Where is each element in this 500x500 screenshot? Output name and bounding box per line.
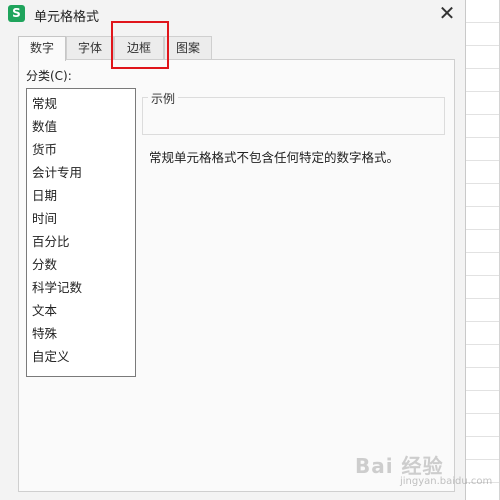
watermark-text: Bai 经验 (355, 454, 444, 478)
category-item-date[interactable]: 日期 (27, 184, 135, 207)
tab-border[interactable]: 边框 (114, 36, 164, 59)
tab-pattern[interactable]: 图案 (164, 36, 212, 59)
category-item-accounting[interactable]: 会计专用 (27, 161, 135, 184)
format-description: 常规单元格格式不包含任何特定的数字格式。 (149, 150, 400, 165)
category-item-text[interactable]: 文本 (27, 299, 135, 322)
category-item-percentage[interactable]: 百分比 (27, 230, 135, 253)
sample-label: 示例 (148, 90, 179, 107)
tab-font[interactable]: 字体 (66, 36, 114, 59)
category-item-special[interactable]: 特殊 (27, 322, 135, 345)
watermark-url: jingyan.baidu.com (400, 476, 493, 487)
category-list[interactable]: 常规 数值 货币 会计专用 日期 时间 百分比 分数 科学记数 文本 特殊 自定… (26, 88, 136, 377)
category-item-number[interactable]: 数值 (27, 115, 135, 138)
category-item-general[interactable]: 常规 (27, 92, 135, 115)
sample-group-box (142, 97, 445, 135)
category-item-fraction[interactable]: 分数 (27, 253, 135, 276)
dialog-title: 单元格格式 (34, 10, 100, 25)
baidu-watermark: Bai 经验 (355, 450, 444, 479)
close-button[interactable]: ✕ (436, 3, 458, 25)
category-item-custom[interactable]: 自定义 (27, 345, 135, 368)
category-item-scientific[interactable]: 科学记数 (27, 276, 135, 299)
tab-number[interactable]: 数字 (18, 36, 66, 61)
format-cells-dialog: S 单元格格式 ✕ 数字 字体 边框 图案 分类(C): 常规 数值 货币 会计… (0, 0, 466, 500)
category-item-currency[interactable]: 货币 (27, 138, 135, 161)
title-bar: S 单元格格式 ✕ (0, 0, 466, 28)
category-item-time[interactable]: 时间 (27, 207, 135, 230)
app-logo-icon: S (8, 5, 25, 22)
category-label: 分类(C): (26, 69, 72, 83)
close-icon: ✕ (438, 1, 456, 25)
